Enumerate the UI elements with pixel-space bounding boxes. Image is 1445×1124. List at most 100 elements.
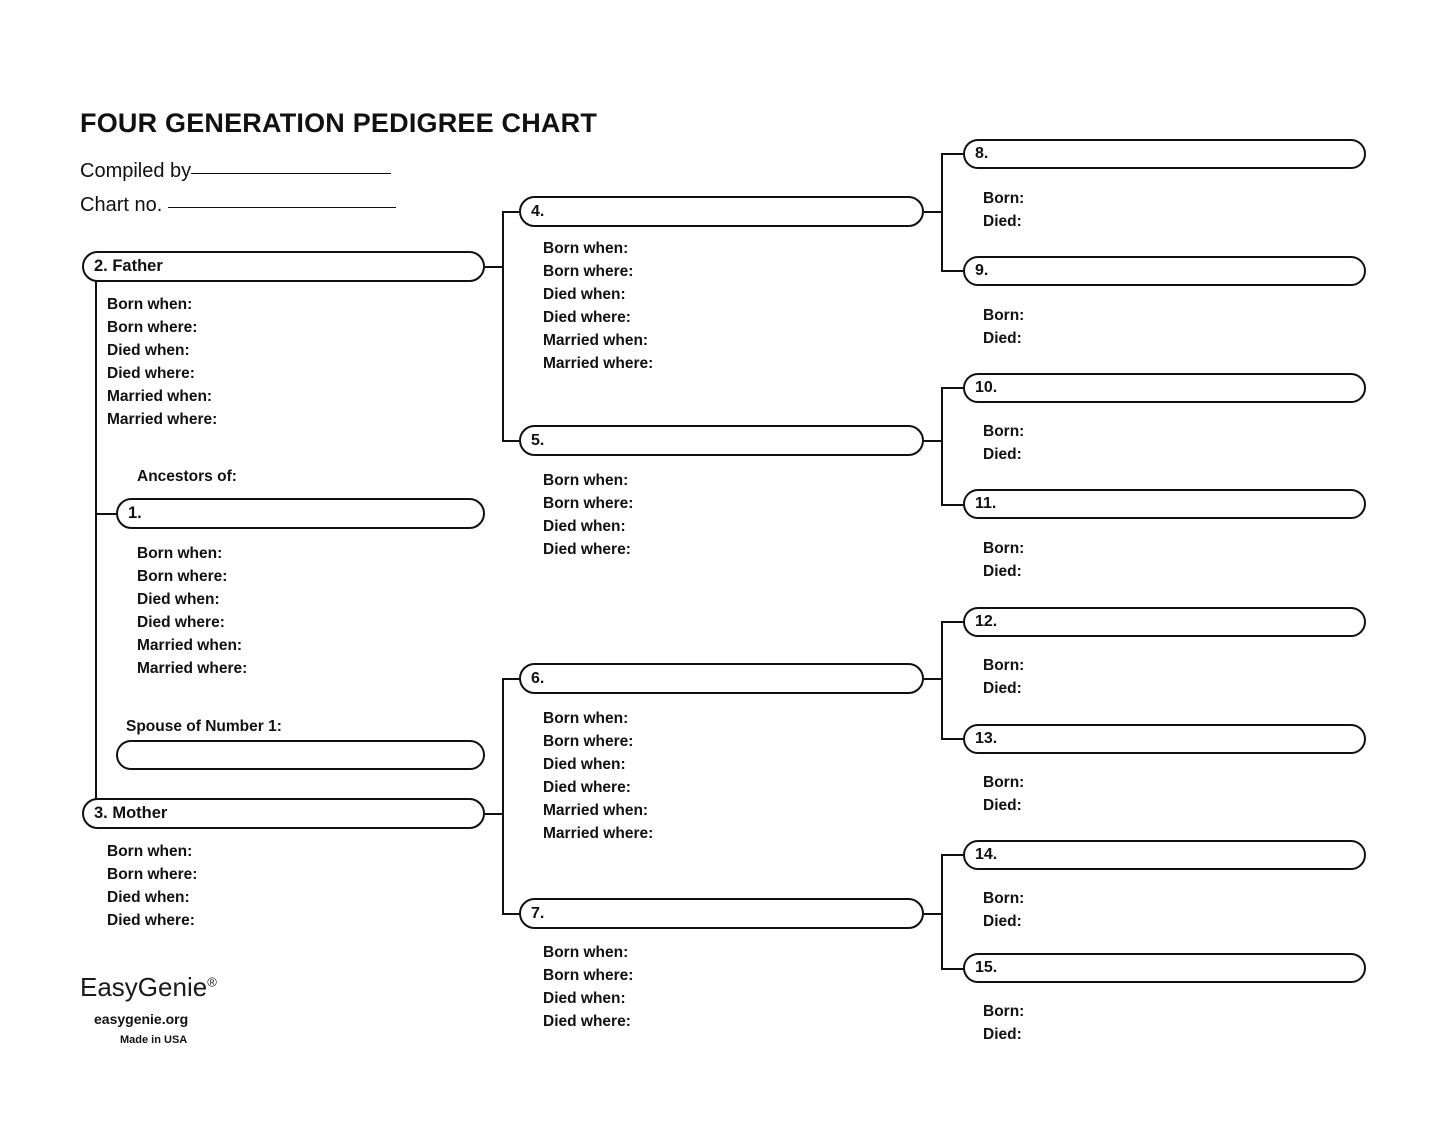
page-title: FOUR GENERATION PEDIGREE CHART — [80, 108, 598, 138]
box-11-label: 11. — [975, 495, 997, 512]
box-14[interactable]: 14. — [963, 840, 1366, 870]
connector-box6-out — [924, 678, 942, 680]
compiled-by-input-rule[interactable] — [191, 172, 392, 174]
box-6-label: 6. — [531, 669, 545, 687]
connector-gen4-spine-a — [941, 153, 943, 270]
connector-to-box6 — [502, 678, 520, 680]
field-born-when: Born when: — [543, 944, 629, 961]
box-15-label: 15. — [975, 959, 998, 976]
box-5-fields: Born when: Born where: Died when: Died w… — [543, 469, 633, 561]
field-died: Died: — [983, 446, 1022, 463]
box-11[interactable]: 11. — [963, 489, 1366, 519]
field-died-where: Died where: — [107, 365, 195, 382]
box-2-label: 2. Father — [94, 257, 163, 276]
field-died-when: Died when: — [543, 286, 626, 303]
field-died: Died: — [983, 330, 1022, 347]
box-1-fields: Born when: Born where: Died when: Died w… — [137, 542, 247, 680]
field-born: Born: — [983, 307, 1025, 324]
box-12-fields: Born: Died: — [983, 654, 1024, 700]
field-born-where: Born where: — [543, 263, 634, 280]
field-died-where: Died where: — [543, 309, 631, 326]
registered-trademark-icon: ® — [207, 974, 217, 990]
connector-to-box15 — [941, 968, 964, 970]
ancestors-of-caption: Ancestors of: — [137, 468, 237, 485]
spouse-of-number-1-caption: Spouse of Number 1: — [126, 718, 282, 735]
field-born: Born: — [983, 540, 1025, 557]
field-born: Born: — [983, 890, 1025, 907]
field-married-where: Married where: — [137, 660, 248, 677]
field-married-where: Married where: — [543, 355, 654, 372]
connector-to-box10 — [941, 387, 964, 389]
connector-box3-out — [485, 813, 503, 815]
connector-to-box9 — [941, 270, 964, 272]
box-spouse-of-1[interactable] — [116, 740, 485, 770]
box-12-label: 12. — [975, 613, 998, 630]
box-9-fields: Born: Died: — [983, 304, 1024, 350]
field-born: Born: — [983, 1003, 1025, 1020]
box-5[interactable]: 5. — [519, 425, 924, 456]
field-born: Born: — [983, 774, 1025, 791]
field-born-where: Born where: — [543, 967, 634, 984]
field-died-where: Died where: — [107, 912, 195, 929]
field-born-when: Born when: — [137, 545, 223, 562]
connector-to-box11 — [941, 504, 964, 506]
chart-no-input-rule[interactable] — [168, 206, 397, 208]
field-born: Born: — [983, 190, 1025, 207]
box-15-fields: Born: Died: — [983, 1000, 1024, 1046]
field-born-where: Born where: — [137, 568, 228, 585]
field-born-where: Born where: — [107, 319, 198, 336]
box-6[interactable]: 6. — [519, 663, 924, 694]
box-1-label: 1. — [128, 504, 142, 523]
field-born-where: Born where: — [107, 866, 198, 883]
field-born-when: Born when: — [107, 843, 193, 860]
box-14-fields: Born: Died: — [983, 887, 1024, 933]
box-10-fields: Born: Died: — [983, 420, 1024, 466]
box-3-fields: Born when: Born where: Died when: Died w… — [107, 840, 197, 932]
box-8-fields: Born: Died: — [983, 187, 1024, 233]
box-1-self[interactable]: 1. — [116, 498, 485, 529]
box-10[interactable]: 10. — [963, 373, 1366, 403]
field-married-where: Married where: — [107, 411, 218, 428]
box-2-father[interactable]: 2. Father — [82, 251, 485, 282]
box-13[interactable]: 13. — [963, 724, 1366, 754]
field-died-when: Died when: — [107, 889, 190, 906]
field-born: Born: — [983, 657, 1025, 674]
field-died-when: Died when: — [107, 342, 190, 359]
box-12[interactable]: 12. — [963, 607, 1366, 637]
made-in-usa-text: Made in USA — [120, 1034, 188, 1046]
box-3-mother[interactable]: 3. Mother — [82, 798, 485, 829]
box-11-fields: Born: Died: — [983, 537, 1024, 583]
box-13-label: 13. — [975, 730, 998, 747]
box-15[interactable]: 15. — [963, 953, 1366, 983]
pedigree-chart: FOUR GENERATION PEDIGREE CHART Compiled … — [0, 0, 1445, 1124]
box-8[interactable]: 8. — [963, 139, 1366, 169]
connector-gen3-top-spine — [502, 211, 504, 440]
field-died-when: Died when: — [543, 990, 626, 1007]
connector-to-box12 — [941, 621, 964, 623]
field-married-when: Married when: — [543, 802, 649, 819]
field-died-when: Died when: — [543, 756, 626, 773]
field-died-where: Died where: — [543, 779, 631, 796]
connector-to-box8 — [941, 153, 964, 155]
field-died-where: Died where: — [543, 541, 631, 558]
field-born-when: Born when: — [107, 296, 193, 313]
box-7-fields: Born when: Born where: Died when: Died w… — [543, 941, 633, 1033]
box-5-label: 5. — [531, 431, 545, 449]
brand-logo: EasyGenie® — [80, 972, 217, 1003]
box-4[interactable]: 4. — [519, 196, 924, 227]
field-married-when: Married when: — [137, 637, 243, 654]
connector-gen2-spine — [95, 281, 97, 813]
box-9[interactable]: 9. — [963, 256, 1366, 286]
box-13-fields: Born: Died: — [983, 771, 1024, 817]
field-born-where: Born where: — [543, 495, 634, 512]
field-died: Died: — [983, 680, 1022, 697]
box-7-label: 7. — [531, 904, 545, 922]
box-4-fields: Born when: Born where: Died when: Died w… — [543, 237, 653, 375]
connector-to-box13 — [941, 738, 964, 740]
box-10-label: 10. — [975, 379, 998, 396]
box-9-label: 9. — [975, 262, 989, 279]
box-7[interactable]: 7. — [519, 898, 924, 929]
field-died: Died: — [983, 563, 1022, 580]
field-died: Died: — [983, 797, 1022, 814]
connector-gen3-bottom-spine — [502, 678, 504, 913]
